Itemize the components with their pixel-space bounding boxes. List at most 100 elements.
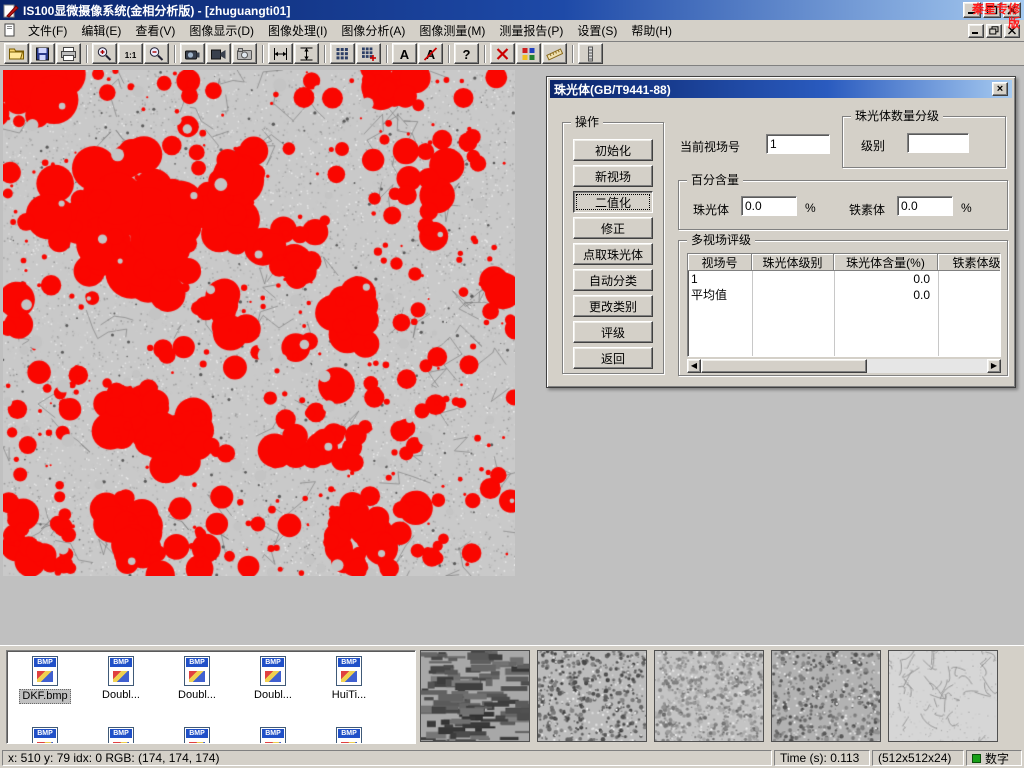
multifield-table[interactable]: 视场号珠光体级别珠光体含量(%)铁素体级别10.0平均值0.0 — [687, 253, 1001, 357]
color-picker-button[interactable] — [516, 43, 541, 64]
dialog-close-button[interactable]: × — [992, 82, 1008, 96]
file-item[interactable]: BMPDoubl... — [83, 654, 159, 722]
menu-bar: 文件(F)编辑(E)查看(V)图像显示(D)图像处理(I)图像分析(A)图像测量… — [0, 20, 1024, 42]
rate-button[interactable]: 评级 — [573, 321, 653, 343]
thumbnail-5[interactable] — [888, 650, 998, 742]
ruler-button[interactable] — [542, 43, 567, 64]
measure-width-icon — [272, 46, 289, 62]
toolbar-separator — [484, 45, 486, 63]
binarize-button[interactable]: 二值化 — [573, 191, 653, 213]
scrollbar-thumb[interactable] — [701, 359, 867, 373]
video-button[interactable] — [206, 43, 231, 64]
save-button[interactable] — [30, 43, 55, 64]
file-name: DKF.bmp — [19, 689, 70, 704]
menu-view[interactable]: 查看(V) — [128, 19, 182, 42]
new-field-button[interactable]: 新视场 — [573, 165, 653, 187]
close-button[interactable] — [1003, 2, 1021, 18]
menu-measure-report[interactable]: 测量报告(P) — [492, 19, 570, 42]
file-item-partial[interactable]: BMP — [311, 725, 387, 744]
toolbar-separator — [324, 45, 326, 63]
file-item[interactable]: BMPHuiTi... — [311, 654, 387, 722]
bmp-file-icon: BMP — [336, 656, 362, 686]
bmp-file-icon: BMP — [260, 656, 286, 686]
menu-image-display[interactable]: 图像显示(D) — [182, 19, 261, 42]
file-item[interactable]: BMPDoubl... — [159, 654, 235, 722]
column-header-4[interactable]: 铁素体级别 — [938, 254, 1001, 271]
file-item[interactable]: BMP DKF.bmp — [7, 654, 83, 722]
menu-help[interactable]: 帮助(H) — [624, 19, 679, 42]
ruler-icon — [546, 46, 563, 62]
cut-button[interactable] — [490, 43, 515, 64]
scroll-right-button[interactable]: ▶ — [987, 359, 1001, 373]
menu-edit[interactable]: 编辑(E) — [74, 19, 128, 42]
thumbnail-1[interactable] — [420, 650, 530, 742]
digital-mode-label: 数字 — [985, 750, 1009, 767]
pick-pearlite-button[interactable]: 点取珠光体 — [573, 243, 653, 265]
child-restore-button[interactable] — [986, 24, 1002, 38]
grid-add-button[interactable] — [356, 43, 381, 64]
menu-image-analysis[interactable]: 图像分析(A) — [334, 19, 412, 42]
table-row[interactable]: 10.0 — [688, 271, 1000, 287]
minimize-button[interactable] — [963, 2, 981, 18]
workspace: 珠光体(GB/T9441-88) × 操作 初始化新视场二值化修正点取珠光体自动… — [0, 66, 1024, 645]
metallographic-image[interactable] — [3, 70, 515, 576]
return-button[interactable]: 返回 — [573, 347, 653, 369]
file-item-partial[interactable]: BMP — [83, 725, 159, 744]
level-input[interactable] — [907, 133, 969, 153]
camera-button[interactable] — [232, 43, 257, 64]
text-label-button[interactable]: A — [392, 43, 417, 64]
thumbnail-4[interactable] — [771, 650, 881, 742]
digital-mode-icon — [972, 754, 981, 763]
file-browser-panel: BMPDKF.bmpBMPDoubl...BMPDoubl...BMPDoubl… — [0, 645, 1024, 748]
capture-button[interactable] — [180, 43, 205, 64]
zoom-in-button[interactable] — [92, 43, 117, 64]
correct-button[interactable]: 修正 — [573, 217, 653, 239]
dialog-title-bar[interactable]: 珠光体(GB/T9441-88) × — [550, 80, 1012, 98]
thumbnail-2[interactable] — [537, 650, 647, 742]
measure-width-button[interactable] — [268, 43, 293, 64]
zoom-out-button[interactable] — [144, 43, 169, 64]
print-button[interactable] — [56, 43, 81, 64]
file-item[interactable]: BMPDoubl... — [235, 654, 311, 722]
column-header-1[interactable]: 视场号 — [688, 254, 752, 271]
ferrite-percent-unit: % — [961, 201, 972, 215]
column-header-3[interactable]: 珠光体含量(%) — [834, 254, 938, 271]
window-title: IS100显微摄像系统(金相分析版) - [zhuguangti01] — [23, 2, 290, 19]
video-icon — [210, 46, 227, 62]
zoom-in-icon — [96, 46, 113, 62]
text-label-off-button[interactable]: A — [418, 43, 443, 64]
scrollbar-track[interactable] — [701, 359, 987, 373]
table-horizontal-scrollbar[interactable]: ◀ ▶ — [687, 359, 1001, 373]
svg-text:1:1: 1:1 — [125, 51, 137, 60]
table-row[interactable]: 平均值0.0 — [688, 287, 1000, 303]
auto-classify-button[interactable]: 自动分类 — [573, 269, 653, 291]
file-item-partial[interactable]: BMP — [7, 725, 83, 744]
menu-settings[interactable]: 设置(S) — [570, 19, 624, 42]
probe-button[interactable] — [578, 43, 603, 64]
child-close-button[interactable] — [1004, 24, 1020, 38]
actual-size-button[interactable]: 1:1 — [118, 43, 143, 64]
menu-image-process[interactable]: 图像处理(I) — [261, 19, 334, 42]
pearlite-percent-input[interactable] — [741, 196, 797, 216]
menu-image-measure[interactable]: 图像测量(M) — [412, 19, 492, 42]
help-button[interactable]: ? — [454, 43, 479, 64]
maximize-button[interactable] — [983, 2, 1001, 18]
change-class-button[interactable]: 更改类别 — [573, 295, 653, 317]
ferrite-percent-input[interactable] — [897, 196, 953, 216]
file-item-partial[interactable]: BMP — [235, 725, 311, 744]
current-field-input[interactable] — [766, 134, 830, 154]
file-item-partial[interactable]: BMP — [159, 725, 235, 744]
initialize-button[interactable]: 初始化 — [573, 139, 653, 161]
column-header-2[interactable]: 珠光体级别 — [752, 254, 834, 271]
camera-icon — [236, 46, 253, 62]
menu-file[interactable]: 文件(F) — [21, 19, 74, 42]
open-button[interactable] — [4, 43, 29, 64]
document-icon[interactable] — [3, 23, 18, 38]
table-cell: 1 — [688, 271, 752, 287]
child-minimize-button[interactable] — [968, 24, 984, 38]
bmp-file-icon: BMP — [32, 656, 58, 686]
measure-height-button[interactable] — [294, 43, 319, 64]
scroll-left-button[interactable]: ◀ — [687, 359, 701, 373]
grid-button[interactable] — [330, 43, 355, 64]
thumbnail-3[interactable] — [654, 650, 764, 742]
